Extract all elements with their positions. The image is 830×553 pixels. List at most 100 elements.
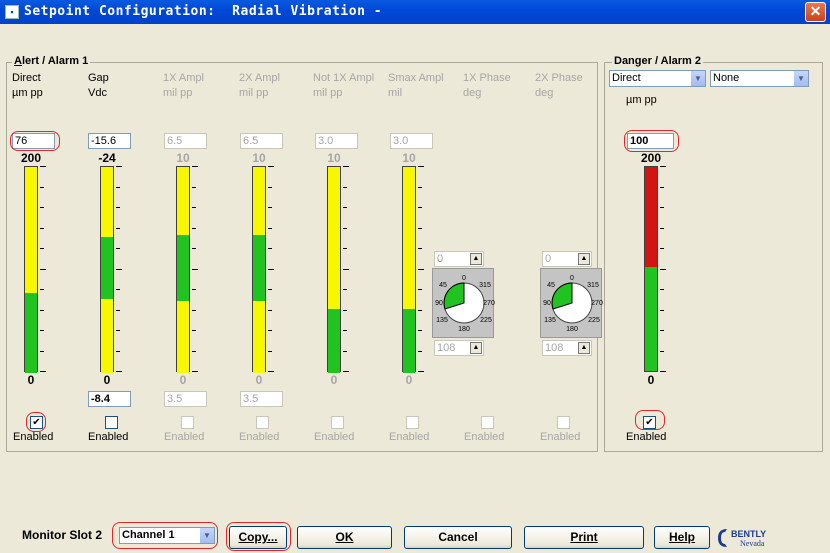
channel-select-highlight — [112, 522, 218, 549]
spin-icon[interactable]: ▲ — [470, 342, 482, 354]
bar-green — [25, 292, 37, 373]
bar-yellow — [253, 167, 265, 235]
danger-bar-green — [645, 267, 657, 371]
alert-col-2-setpoint[interactable]: 6.5 — [164, 133, 207, 149]
alert-col-6-label1: 1X Phase — [463, 72, 511, 84]
svg-text:315: 315 — [479, 282, 491, 289]
alert-col-2-low-setpoint[interactable]: 3.5 — [164, 391, 207, 407]
alert-col-3-low-setpoint[interactable]: 3.5 — [240, 391, 283, 407]
alert-col-4-label2: mil pp — [313, 87, 343, 99]
alert-col-3-label1: 2X Ampl — [239, 72, 280, 84]
alert-col-3-bar[interactable] — [252, 166, 266, 373]
alert-col-3-label2: mil pp — [239, 87, 269, 99]
alert-col-3-enabled-label: Enabled — [239, 431, 280, 443]
alert-col-4-enabled-label: Enabled — [314, 431, 355, 443]
ok-button[interactable]: OK — [297, 526, 392, 549]
alert-col-1-enabled-checkbox[interactable] — [105, 416, 118, 429]
danger-bar-red — [645, 167, 657, 267]
alert-col-2-scale-top: 10 — [176, 151, 190, 165]
alert-col-7-enabled-checkbox[interactable] — [557, 416, 570, 429]
alert-col-4-scale-top: 10 — [327, 151, 341, 165]
alert-col-2-label1: 1X Ampl — [163, 72, 204, 84]
phase-1-top-spinner[interactable]: 0 ▲ — [542, 251, 592, 267]
bar-yellow-low — [177, 300, 189, 373]
svg-text:0: 0 — [570, 275, 574, 282]
alert-col-7-label2: deg — [535, 87, 554, 99]
danger-enabled-label: Enabled — [626, 431, 667, 443]
close-button[interactable]: ✕ — [805, 2, 826, 22]
alert-col-1-ticks — [116, 166, 122, 372]
bar-yellow — [403, 167, 415, 310]
spin-icon[interactable]: ▲ — [578, 253, 590, 265]
alert-col-0-bar[interactable] — [24, 166, 38, 373]
alert-col-5-bar[interactable] — [402, 166, 416, 373]
phase-1-bottom-spinner[interactable]: 108 ▲ — [542, 340, 592, 356]
alert-col-3-setpoint[interactable]: 6.5 — [240, 133, 283, 149]
alert-col-2-enabled-checkbox[interactable] — [181, 416, 194, 429]
alert-group-title: Alert / Alarm 1 — [12, 55, 91, 67]
alert-col-4-scale-bottom: 0 — [330, 373, 338, 387]
help-button[interactable]: Help — [654, 526, 710, 549]
svg-text:225: 225 — [480, 317, 492, 324]
phase-0-bottom-spinner[interactable]: 108 ▲ — [434, 340, 484, 356]
svg-text:225: 225 — [588, 317, 600, 324]
alert-col-2-bar[interactable] — [176, 166, 190, 373]
alert-col-1-bar[interactable] — [100, 166, 114, 373]
alert-col-5-scale-bottom: 0 — [405, 373, 413, 387]
copy-button-highlight — [226, 522, 291, 551]
alert-col-1-scale-bottom: 0 — [103, 373, 111, 387]
danger-setpoint-highlight — [624, 130, 679, 152]
chevron-down-icon: ▼ — [793, 71, 808, 86]
setpoint-dialog: ▪ Setpoint Configuration: Radial Vibrati… — [0, 0, 830, 552]
svg-text:270: 270 — [483, 300, 495, 307]
svg-text:315: 315 — [587, 282, 599, 289]
alert-setpoint-highlight — [10, 131, 60, 151]
alert-col-1-label1: Gap — [88, 72, 109, 84]
bar-green — [253, 234, 265, 301]
danger-bar — [644, 166, 658, 372]
spin-icon[interactable]: ▲ — [470, 253, 482, 265]
phase-0-top-spinner[interactable]: 0 ▲ — [434, 251, 484, 267]
svg-text:45: 45 — [547, 282, 555, 289]
svg-text:180: 180 — [566, 326, 578, 333]
alert-col-5-setpoint[interactable]: 3.0 — [390, 133, 433, 149]
bar-yellow — [25, 167, 37, 293]
alert-col-3-enabled-checkbox[interactable] — [256, 416, 269, 429]
alert-col-4-enabled-checkbox[interactable] — [331, 416, 344, 429]
danger-mode-select[interactable]: Direct ▼ — [609, 70, 706, 87]
alert-col-4-setpoint[interactable]: 3.0 — [315, 133, 358, 149]
danger-unit-label: µm pp — [626, 94, 657, 106]
print-button[interactable]: Print — [524, 526, 644, 549]
alert-col-1-scale-top: -24 — [98, 151, 116, 165]
alert-col-1-low-setpoint[interactable]: -8.4 — [88, 391, 131, 407]
svg-text:270: 270 — [591, 300, 603, 307]
alert-col-3-ticks — [268, 166, 274, 372]
cancel-button[interactable]: Cancel — [404, 526, 512, 549]
danger-scale-top: 200 — [640, 151, 662, 165]
alert-col-5-enabled-checkbox[interactable] — [406, 416, 419, 429]
phase-1-dial-box: 0 45 90 135 180 225 270 315 — [540, 268, 603, 338]
phase-0-dial-box: 0 45 90 135 180 225 270 315 — [432, 268, 495, 338]
svg-text:90: 90 — [543, 300, 551, 307]
alert-col-6-enabled-label: Enabled — [464, 431, 505, 443]
svg-text:90: 90 — [435, 300, 443, 307]
alert-col-4-bar[interactable] — [327, 166, 341, 373]
alert-col-0-enabled-label: Enabled — [13, 431, 54, 443]
alert-col-5-ticks — [418, 166, 424, 372]
title-bar[interactable]: ▪ Setpoint Configuration: Radial Vibrati… — [0, 0, 830, 24]
bar-green — [328, 309, 340, 373]
bar-green — [403, 309, 415, 373]
alert-col-1-setpoint[interactable]: -15.6 — [88, 133, 131, 149]
alert-col-6-enabled-checkbox[interactable] — [481, 416, 494, 429]
spin-icon[interactable]: ▲ — [578, 342, 590, 354]
alert-col-2-label2: mil pp — [163, 87, 193, 99]
svg-text:135: 135 — [544, 317, 556, 324]
danger-group-title: Danger / Alarm 2 — [612, 55, 704, 67]
alert-col-0-scale-top: 200 — [20, 151, 42, 165]
danger-second-select[interactable]: None ▼ — [710, 70, 809, 87]
danger-scale-bottom: 0 — [647, 373, 655, 387]
alert-col-0-label2: µm pp — [12, 87, 43, 99]
alert-col-7-label1: 2X Phase — [535, 72, 583, 84]
alert-col-1-label2: Vdc — [88, 87, 107, 99]
alert-col-4-label1: Not 1X Ampl — [313, 72, 375, 84]
